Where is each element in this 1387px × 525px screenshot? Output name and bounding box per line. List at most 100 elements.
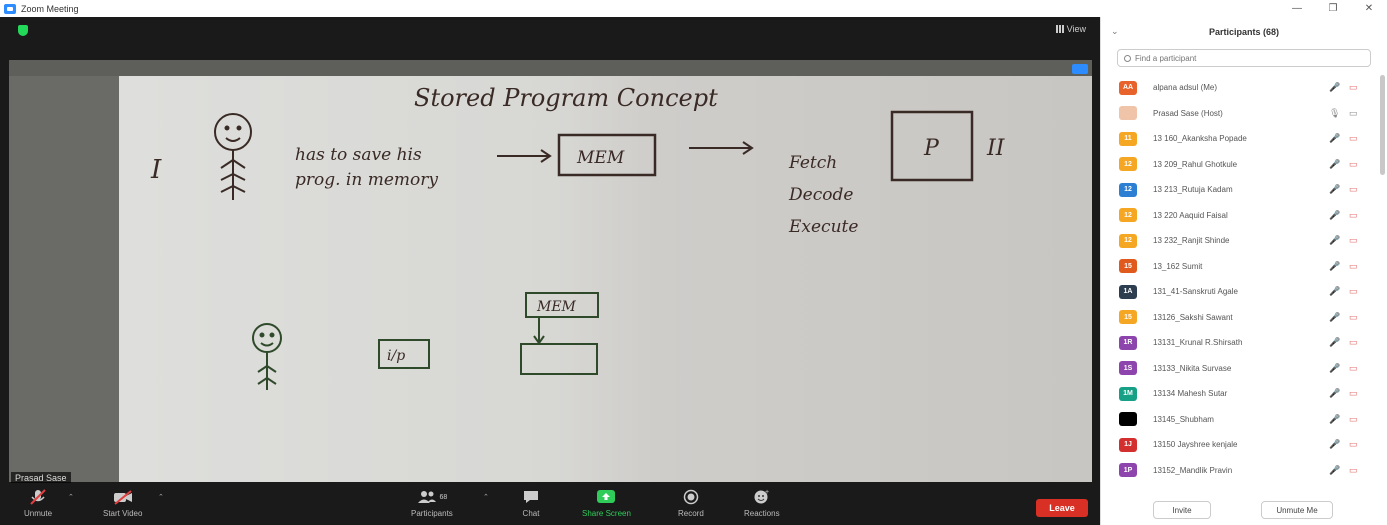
participant-row[interactable]: 12 13 209_Rahul Ghotkule 🎤 ▭ — [1101, 152, 1381, 178]
mic-muted-icon: 🎤 — [1329, 184, 1341, 195]
collapse-chevron-icon[interactable]: ⌄ — [1111, 26, 1119, 37]
participants-caret-icon[interactable]: ⌃ — [483, 493, 489, 501]
participant-list-scrollbar[interactable] — [1380, 75, 1385, 175]
share-screen-icon — [595, 487, 617, 507]
participant-name: 13 232_Ranjit Shinde — [1153, 236, 1230, 246]
participant-row[interactable]: 1M 13134 Mahesh Sutar 🎤 ▭ — [1101, 381, 1381, 407]
mic-muted-icon: 🎤 — [1329, 439, 1341, 450]
meeting-toolbar: Unmute ⌃ Start Video ⌃ 68 Participants ⌃… — [0, 483, 1100, 525]
camera-off-icon: ▭ — [1349, 362, 1358, 373]
whiteboard-line2: prog. in memory — [295, 170, 438, 190]
memory-cell-box — [520, 343, 598, 375]
participant-row[interactable]: 1P 13152_Mandlik Pravin 🎤 ▭ — [1101, 458, 1381, 484]
record-button[interactable]: Record — [678, 487, 704, 518]
audio-options-caret-icon[interactable]: ⌃ — [68, 493, 74, 501]
stick-figure-icon — [214, 113, 252, 200]
mem-box-small-label: MEM — [536, 299, 577, 315]
mic-muted-icon: 🎤 — [1329, 464, 1341, 475]
avatar — [1119, 412, 1137, 427]
view-button[interactable]: View — [1055, 24, 1086, 34]
participant-search[interactable] — [1117, 49, 1371, 67]
chat-icon — [522, 487, 540, 507]
avatar: 1P — [1119, 463, 1137, 478]
camera-off-icon: ▭ — [1349, 158, 1358, 169]
participant-row[interactable]: AA alpana adsul (Me) 🎤 ▭ — [1101, 75, 1381, 101]
chat-label: Chat — [522, 509, 540, 518]
leave-button[interactable]: Leave — [1036, 499, 1088, 517]
participant-name: alpana adsul (Me) — [1153, 83, 1218, 93]
mic-muted-icon: 🎤 — [1329, 235, 1341, 246]
muted-mic-icon — [29, 487, 47, 507]
participants-button[interactable]: 68 Participants — [411, 487, 453, 518]
panel-header: ⌄ Participants (68) — [1101, 17, 1387, 47]
unmute-label: Unmute — [24, 509, 53, 518]
avatar: 15 — [1119, 310, 1137, 325]
mic-muted-icon: 🎤 — [1329, 311, 1341, 322]
chat-button[interactable]: Chat — [522, 487, 540, 518]
invite-button[interactable]: Invite — [1153, 501, 1211, 519]
mic-muted-icon: 🎤 — [1329, 388, 1341, 399]
unmute-me-button[interactable]: Unmute Me — [1261, 501, 1333, 519]
participant-row[interactable]: 12 13 213_Rutuja Kadam 🎤 ▭ — [1101, 177, 1381, 203]
participant-name: Prasad Sase (Host) — [1153, 108, 1223, 118]
participants-label: Participants — [411, 509, 453, 518]
avatar: AA — [1119, 80, 1137, 95]
roman-one: I — [150, 155, 162, 185]
participant-row[interactable]: 13145_Shubham 🎤 ▭ — [1101, 407, 1381, 433]
participant-row[interactable]: Prasad Sase (Host) 🎙 ▭ — [1101, 101, 1381, 127]
camera-off-icon: ▭ — [1349, 209, 1358, 220]
camera-off-icon: ▭ — [1349, 413, 1358, 424]
whiteboard-title: Stored Program Concept — [414, 84, 718, 112]
camera-off-icon: ▭ — [1349, 235, 1358, 246]
participant-row[interactable]: 1A 131_41-Sanskruti Agale 🎤 ▭ — [1101, 279, 1381, 305]
participant-row[interactable]: 15 13_162 Sumit 🎤 ▭ — [1101, 254, 1381, 280]
participant-row[interactable]: 12 13 232_Ranjit Shinde 🎤 ▭ — [1101, 228, 1381, 254]
whiteboard-fetch: Fetch — [788, 153, 837, 173]
arrow-icon — [497, 149, 552, 163]
unmute-button[interactable]: Unmute — [24, 487, 52, 518]
close-button[interactable]: ✕ — [1351, 0, 1387, 17]
participant-name: 13 160_Akanksha Popade — [1153, 134, 1247, 144]
title-bar: Zoom Meeting — ❐ ✕ — [0, 0, 1387, 17]
participant-name: 13 213_Rutuja Kadam — [1153, 185, 1233, 195]
participant-name: 13126_Sakshi Sawant — [1153, 312, 1233, 322]
participant-row[interactable]: 1R 13131_Krunal R.Shirsath 🎤 ▭ — [1101, 330, 1381, 356]
avatar — [1119, 106, 1137, 121]
avatar: 15 — [1119, 259, 1137, 274]
start-video-button[interactable]: Start Video — [103, 487, 142, 518]
participant-row[interactable]: 1S 13133_Nikita Survase 🎤 ▭ — [1101, 356, 1381, 382]
camera-off-icon: ▭ — [1349, 184, 1358, 195]
participant-row[interactable]: 1J 13150 Jayshree kenjale 🎤 ▭ — [1101, 432, 1381, 458]
participants-icon: 68 — [417, 487, 447, 507]
search-icon — [1124, 54, 1131, 62]
camera-off-icon: ▭ — [1349, 82, 1358, 93]
mic-on-icon: 🎙 — [1329, 107, 1341, 118]
maximize-button[interactable]: ❐ — [1315, 0, 1351, 17]
search-input[interactable] — [1135, 53, 1355, 63]
grid-icon — [1055, 25, 1064, 33]
window-controls: — ❐ ✕ — [1279, 0, 1387, 17]
whiteboard-sketch: Stored Program Concept I has to save his… — [150, 84, 1006, 390]
whiteboard-decode: Decode — [788, 185, 853, 205]
roman-two: II — [986, 136, 1006, 161]
minimize-button[interactable]: — — [1279, 0, 1315, 17]
participant-name: 13 209_Rahul Ghotkule — [1153, 159, 1238, 169]
share-screen-button[interactable]: Share Screen — [582, 487, 631, 518]
record-label: Record — [678, 509, 704, 518]
avatar: 12 — [1119, 157, 1137, 172]
avatar: 1A — [1119, 284, 1137, 299]
participant-row[interactable]: 15 13126_Sakshi Sawant 🎤 ▭ — [1101, 305, 1381, 331]
camera-off-icon: ▭ — [1349, 464, 1358, 475]
security-shield-icon[interactable] — [18, 25, 28, 36]
reactions-button[interactable]: + Reactions — [744, 487, 780, 518]
participant-row[interactable]: 12 13 220 Aaquid Faisal 🎤 ▭ — [1101, 203, 1381, 229]
reactions-label: Reactions — [744, 509, 780, 518]
camera-on-icon: ▭ — [1349, 107, 1358, 118]
mem-box-label: MEM — [576, 148, 625, 168]
avatar: 12 — [1119, 182, 1137, 197]
video-options-caret-icon[interactable]: ⌃ — [158, 493, 164, 501]
meeting-top-strip: View — [0, 17, 1100, 45]
participants-panel: ⌄ Participants (68) AA alpana adsul (Me) 🎤… — [1100, 17, 1387, 525]
participant-row[interactable]: 11 13 160_Akanksha Popade 🎤 ▭ — [1101, 126, 1381, 152]
mic-muted-icon: 🎤 — [1329, 158, 1341, 169]
